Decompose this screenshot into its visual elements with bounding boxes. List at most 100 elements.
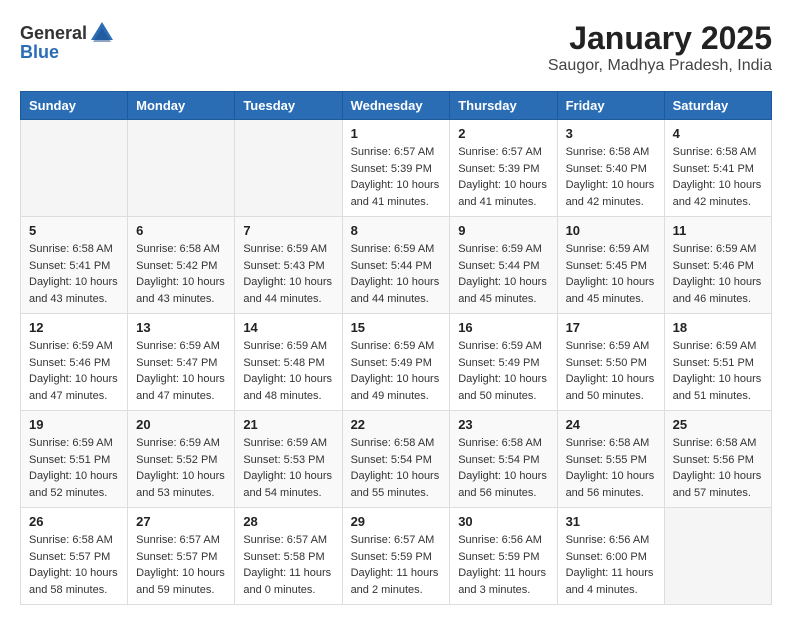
day-info: Sunrise: 6:58 AM Sunset: 5:41 PM Dayligh… [29,241,119,307]
day-number: 4 [673,126,763,141]
day-info: Sunrise: 6:59 AM Sunset: 5:48 PM Dayligh… [243,338,333,404]
calendar-cell: 4 Sunrise: 6:58 AM Sunset: 5:41 PM Daylig… [664,120,771,217]
calendar-week-row: 1 Sunrise: 6:57 AM Sunset: 5:39 PM Daylig… [21,120,772,217]
title-block: January 2025 Saugor, Madhya Pradesh, Ind… [548,20,772,75]
calendar-cell: 31 Sunrise: 6:56 AM Sunset: 6:00 PM Dayli… [557,508,664,605]
logo-icon [89,20,115,46]
calendar-cell: 30Sunrise: 6:56 AM Sunset: 5:59 PM Dayli… [450,508,557,605]
calendar-week-row: 5 Sunrise: 6:58 AM Sunset: 5:41 PM Daylig… [21,217,772,314]
day-info: Sunrise: 6:59 AM Sunset: 5:44 PM Dayligh… [351,241,442,307]
calendar-cell: 28 Sunrise: 6:57 AM Sunset: 5:58 PM Dayli… [235,508,342,605]
calendar-cell: 2 Sunrise: 6:57 AM Sunset: 5:39 PM Daylig… [450,120,557,217]
day-info: Sunrise: 6:58 AM Sunset: 5:42 PM Dayligh… [136,241,226,307]
day-info: Sunrise: 6:59 AM Sunset: 5:49 PM Dayligh… [458,338,548,404]
day-number: 26 [29,514,119,529]
logo-blue-text: Blue [20,42,59,63]
calendar-cell: 13Sunrise: 6:59 AM Sunset: 5:47 PM Dayli… [128,314,235,411]
day-number: 5 [29,223,119,238]
day-info: Sunrise: 6:56 AM Sunset: 6:00 PM Dayligh… [566,532,656,598]
calendar-cell: 5 Sunrise: 6:58 AM Sunset: 5:41 PM Daylig… [21,217,128,314]
logo: General Blue [20,20,117,63]
day-number: 1 [351,126,442,141]
day-number: 12 [29,320,119,335]
day-info: Sunrise: 6:59 AM Sunset: 5:44 PM Dayligh… [458,241,548,307]
day-number: 9 [458,223,548,238]
weekday-header: Thursday [450,92,557,120]
calendar-cell: 10Sunrise: 6:59 AM Sunset: 5:45 PM Dayli… [557,217,664,314]
calendar-cell: 21Sunrise: 6:59 AM Sunset: 5:53 PM Dayli… [235,411,342,508]
day-info: Sunrise: 6:57 AM Sunset: 5:39 PM Dayligh… [458,144,548,210]
calendar-cell: 20Sunrise: 6:59 AM Sunset: 5:52 PM Dayli… [128,411,235,508]
calendar-cell: 22Sunrise: 6:58 AM Sunset: 5:54 PM Dayli… [342,411,450,508]
calendar-cell: 17 Sunrise: 6:59 AM Sunset: 5:50 PM Dayli… [557,314,664,411]
day-number: 13 [136,320,226,335]
day-number: 15 [351,320,442,335]
calendar-table: SundayMondayTuesdayWednesdayThursdayFrid… [20,91,772,605]
calendar-cell: 19Sunrise: 6:59 AM Sunset: 5:51 PM Dayli… [21,411,128,508]
calendar-cell: 18 Sunrise: 6:59 AM Sunset: 5:51 PM Dayli… [664,314,771,411]
day-number: 24 [566,417,656,432]
day-info: Sunrise: 6:58 AM Sunset: 5:55 PM Dayligh… [566,435,656,501]
calendar-cell: 29 Sunrise: 6:57 AM Sunset: 5:59 PM Dayli… [342,508,450,605]
day-number: 27 [136,514,226,529]
calendar-cell: 8Sunrise: 6:59 AM Sunset: 5:44 PM Daylig… [342,217,450,314]
day-number: 11 [673,223,763,238]
day-info: Sunrise: 6:58 AM Sunset: 5:54 PM Dayligh… [458,435,548,501]
day-info: Sunrise: 6:57 AM Sunset: 5:39 PM Dayligh… [351,144,442,210]
weekday-header: Saturday [664,92,771,120]
day-info: Sunrise: 6:58 AM Sunset: 5:56 PM Dayligh… [673,435,763,501]
day-info: Sunrise: 6:59 AM Sunset: 5:51 PM Dayligh… [673,338,763,404]
day-number: 7 [243,223,333,238]
location-title: Saugor, Madhya Pradesh, India [548,57,772,75]
day-info: Sunrise: 6:58 AM Sunset: 5:57 PM Dayligh… [29,532,119,598]
logo-general-text: General [20,23,87,44]
calendar-cell: 16Sunrise: 6:59 AM Sunset: 5:49 PM Dayli… [450,314,557,411]
calendar-cell: 12Sunrise: 6:59 AM Sunset: 5:46 PM Dayli… [21,314,128,411]
day-info: Sunrise: 6:59 AM Sunset: 5:53 PM Dayligh… [243,435,333,501]
day-number: 29 [351,514,442,529]
day-number: 28 [243,514,333,529]
day-number: 31 [566,514,656,529]
month-title: January 2025 [548,20,772,57]
calendar-cell [664,508,771,605]
day-info: Sunrise: 6:57 AM Sunset: 5:57 PM Dayligh… [136,532,226,598]
calendar-cell: 26 Sunrise: 6:58 AM Sunset: 5:57 PM Dayli… [21,508,128,605]
calendar-cell: 7Sunrise: 6:59 AM Sunset: 5:43 PM Daylig… [235,217,342,314]
calendar-cell: 25 Sunrise: 6:58 AM Sunset: 5:56 PM Dayli… [664,411,771,508]
day-info: Sunrise: 6:56 AM Sunset: 5:59 PM Dayligh… [458,532,548,598]
weekday-header-row: SundayMondayTuesdayWednesdayThursdayFrid… [21,92,772,120]
calendar-week-row: 19Sunrise: 6:59 AM Sunset: 5:51 PM Dayli… [21,411,772,508]
day-number: 25 [673,417,763,432]
calendar-cell: 9 Sunrise: 6:59 AM Sunset: 5:44 PM Daylig… [450,217,557,314]
weekday-header: Monday [128,92,235,120]
calendar-cell: 6 Sunrise: 6:58 AM Sunset: 5:42 PM Daylig… [128,217,235,314]
calendar-week-row: 26 Sunrise: 6:58 AM Sunset: 5:57 PM Dayli… [21,508,772,605]
day-number: 22 [351,417,442,432]
day-number: 17 [566,320,656,335]
weekday-header: Wednesday [342,92,450,120]
calendar-cell: 11Sunrise: 6:59 AM Sunset: 5:46 PM Dayli… [664,217,771,314]
calendar-cell: 27 Sunrise: 6:57 AM Sunset: 5:57 PM Dayli… [128,508,235,605]
day-number: 14 [243,320,333,335]
day-number: 10 [566,223,656,238]
calendar-cell: 1 Sunrise: 6:57 AM Sunset: 5:39 PM Daylig… [342,120,450,217]
day-info: Sunrise: 6:59 AM Sunset: 5:50 PM Dayligh… [566,338,656,404]
calendar-cell [128,120,235,217]
day-number: 19 [29,417,119,432]
day-info: Sunrise: 6:59 AM Sunset: 5:52 PM Dayligh… [136,435,226,501]
calendar-cell [21,120,128,217]
weekday-header: Tuesday [235,92,342,120]
day-info: Sunrise: 6:57 AM Sunset: 5:59 PM Dayligh… [351,532,442,598]
day-number: 6 [136,223,226,238]
day-number: 2 [458,126,548,141]
day-number: 23 [458,417,548,432]
day-number: 18 [673,320,763,335]
day-number: 3 [566,126,656,141]
calendar-cell: 15 Sunrise: 6:59 AM Sunset: 5:49 PM Dayli… [342,314,450,411]
day-info: Sunrise: 6:57 AM Sunset: 5:58 PM Dayligh… [243,532,333,598]
day-info: Sunrise: 6:59 AM Sunset: 5:49 PM Dayligh… [351,338,442,404]
day-info: Sunrise: 6:58 AM Sunset: 5:40 PM Dayligh… [566,144,656,210]
weekday-header: Friday [557,92,664,120]
page-header: General Blue January 2025 Saugor, Madhya… [20,20,772,75]
day-info: Sunrise: 6:58 AM Sunset: 5:41 PM Dayligh… [673,144,763,210]
